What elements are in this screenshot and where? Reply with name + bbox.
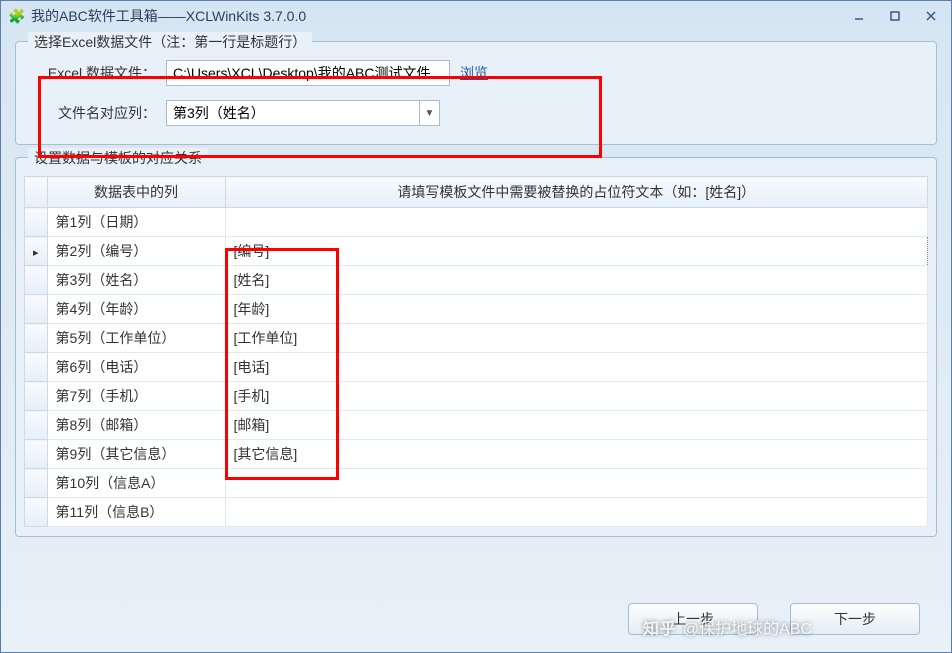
app-icon: 🧩 (9, 8, 25, 24)
window-controls (847, 7, 943, 25)
row-indicator-cell (25, 208, 48, 237)
col-name-cell: 第3列（姓名） (47, 266, 225, 295)
minimize-button[interactable] (847, 7, 871, 25)
placeholder-cell[interactable]: [姓名] (225, 266, 927, 295)
placeholder-cell[interactable]: [其它信息] (225, 440, 927, 469)
table-row[interactable]: 第10列（信息A） (25, 469, 928, 498)
mapping-group-title: 设置数据与模板的对应关系 (28, 148, 208, 168)
filename-column-combo[interactable]: 第3列（姓名） ▼ (166, 100, 440, 126)
titlebar: 🧩 我的ABC软件工具箱——XCLWinKits 3.7.0.0 (1, 1, 951, 31)
col-name-cell: 第8列（邮箱） (47, 411, 225, 440)
col-name-cell: 第10列（信息A） (47, 469, 225, 498)
table-row[interactable]: 第4列（年龄）[年龄] (25, 295, 928, 324)
row-indicator-cell: ▸ (25, 237, 48, 266)
row-indicator-icon: ▸ (33, 247, 39, 259)
table-row[interactable]: 第7列（手机）[手机] (25, 382, 928, 411)
excel-group-title: 选择Excel数据文件（注：第一行是标题行） (28, 32, 312, 52)
row-indicator-cell (25, 498, 48, 527)
col-header-placeholder: 请填写模板文件中需要被替换的占位符文本（如：[姓名]） (225, 177, 927, 208)
table-row[interactable]: 第1列（日期） (25, 208, 928, 237)
chevron-down-icon[interactable]: ▼ (420, 100, 440, 126)
window-title: 我的ABC软件工具箱——XCLWinKits 3.7.0.0 (31, 6, 847, 26)
prev-button[interactable]: 上一步 (628, 603, 758, 635)
filename-column-row: 文件名对应列： 第3列（姓名） ▼ (34, 100, 918, 126)
filename-column-label: 文件名对应列： (34, 103, 166, 123)
row-indicator-cell (25, 469, 48, 498)
mapping-group: 设置数据与模板的对应关系 数据表中的列 请填写模板文件中需要被替换的占位符文本（… (15, 157, 937, 537)
placeholder-cell[interactable]: [工作单位] (225, 324, 927, 353)
row-header-col (25, 177, 48, 208)
row-indicator-cell (25, 324, 48, 353)
excel-file-label: Excel 数据文件： (34, 63, 166, 83)
col-name-cell: 第9列（其它信息） (47, 440, 225, 469)
col-name-cell: 第6列（电话） (47, 353, 225, 382)
placeholder-cell[interactable]: [编号] (225, 237, 927, 266)
table-row[interactable]: 第6列（电话）[电话] (25, 353, 928, 382)
app-window: 🧩 我的ABC软件工具箱——XCLWinKits 3.7.0.0 选择Excel… (0, 0, 952, 653)
col-name-cell: 第4列（年龄） (47, 295, 225, 324)
row-indicator-cell (25, 440, 48, 469)
footer-buttons: 上一步 下一步 (614, 595, 934, 643)
excel-file-group: 选择Excel数据文件（注：第一行是标题行） Excel 数据文件： 浏览 文件… (15, 41, 937, 145)
placeholder-cell[interactable]: [邮箱] (225, 411, 927, 440)
excel-file-input[interactable] (166, 60, 450, 86)
col-name-cell: 第5列（工作单位） (47, 324, 225, 353)
row-indicator-cell (25, 382, 48, 411)
table-row[interactable]: 第11列（信息B） (25, 498, 928, 527)
placeholder-cell[interactable] (225, 208, 927, 237)
table-row[interactable]: 第9列（其它信息）[其它信息] (25, 440, 928, 469)
row-indicator-cell (25, 266, 48, 295)
table-row[interactable]: ▸ 第2列（编号）[编号] (25, 237, 928, 266)
excel-file-row: Excel 数据文件： 浏览 (34, 60, 918, 86)
placeholder-cell[interactable]: [年龄] (225, 295, 927, 324)
filename-column-value: 第3列（姓名） (166, 100, 420, 126)
placeholder-cell[interactable]: [电话] (225, 353, 927, 382)
table-row[interactable]: 第8列（邮箱）[邮箱] (25, 411, 928, 440)
maximize-button[interactable] (883, 7, 907, 25)
row-indicator-cell (25, 411, 48, 440)
col-name-cell: 第7列（手机） (47, 382, 225, 411)
col-name-cell: 第2列（编号） (47, 237, 225, 266)
close-button[interactable] (919, 7, 943, 25)
row-indicator-cell (25, 295, 48, 324)
placeholder-cell[interactable]: [手机] (225, 382, 927, 411)
browse-link[interactable]: 浏览 (460, 63, 488, 83)
row-indicator-cell (25, 353, 48, 382)
next-button[interactable]: 下一步 (790, 603, 920, 635)
mapping-table: 数据表中的列 请填写模板文件中需要被替换的占位符文本（如：[姓名]） 第1列（日… (24, 176, 928, 527)
table-row[interactable]: 第5列（工作单位）[工作单位] (25, 324, 928, 353)
col-name-cell: 第1列（日期） (47, 208, 225, 237)
content-area: 选择Excel数据文件（注：第一行是标题行） Excel 数据文件： 浏览 文件… (1, 31, 951, 559)
placeholder-cell[interactable] (225, 498, 927, 527)
table-row[interactable]: 第3列（姓名）[姓名] (25, 266, 928, 295)
col-header-name: 数据表中的列 (47, 177, 225, 208)
col-name-cell: 第11列（信息B） (47, 498, 225, 527)
placeholder-cell[interactable] (225, 469, 927, 498)
